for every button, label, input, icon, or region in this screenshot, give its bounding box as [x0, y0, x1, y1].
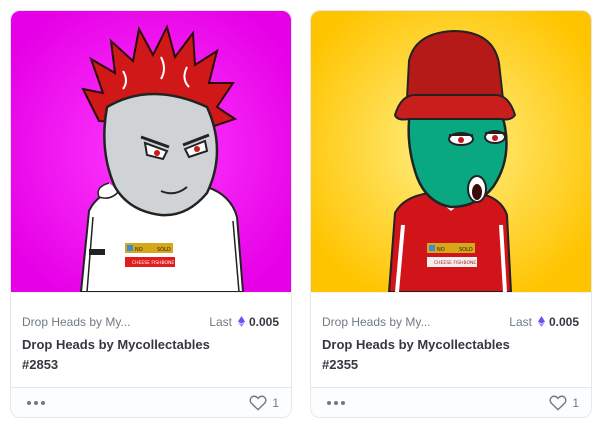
collection-name[interactable]: Drop Heads by My...: [322, 315, 452, 329]
last-sale: Last 0.005: [509, 315, 579, 329]
more-options-button[interactable]: [25, 395, 47, 411]
card-info: Drop Heads by My... Last 0.005 Drop Heads…: [311, 292, 591, 387]
favorite-count: 1: [572, 396, 579, 410]
more-options-button[interactable]: [325, 395, 347, 411]
nft-card[interactable]: NO SOLD CHEESE FISHBONE Drop Heads by My…: [310, 10, 592, 418]
nft-image[interactable]: NO SOLD CHEESE FISHBONE: [11, 11, 291, 292]
dot-icon: [41, 401, 45, 405]
dot-icon: [341, 401, 345, 405]
collection-name[interactable]: Drop Heads by My...: [22, 315, 152, 329]
ethereum-icon: [237, 316, 245, 327]
card-info: Drop Heads by My... Last 0.005 Drop Heads…: [11, 292, 291, 387]
badge-left-text: NO: [437, 247, 445, 253]
dot-icon: [34, 401, 38, 405]
last-sale: Last 0.005: [209, 315, 279, 329]
last-label: Last: [209, 315, 232, 329]
card-footer: 1: [311, 387, 591, 417]
heart-icon: [249, 395, 267, 411]
dot-icon: [27, 401, 31, 405]
last-price: 0.005: [248, 315, 279, 329]
drop-head-artwork: NO SOLD CHEESE FISHBONE: [311, 11, 591, 292]
nft-title[interactable]: Drop Heads by Mycollectables #2355: [322, 335, 522, 375]
tag-text: CHEESE FISHBONE: [132, 260, 174, 266]
last-price: 0.005: [548, 315, 579, 329]
favorite-button[interactable]: 1: [249, 394, 279, 412]
ethereum-icon: [537, 316, 545, 327]
badge-left-text: NO: [135, 247, 143, 253]
heart-icon: [549, 395, 567, 411]
badge-right-text: SOLD: [459, 247, 473, 253]
card-footer: 1: [11, 387, 291, 417]
last-label: Last: [509, 315, 532, 329]
nft-title[interactable]: Drop Heads by Mycollectables #2853: [22, 335, 222, 375]
drop-head-artwork: NO SOLD CHEESE FISHBONE: [11, 11, 291, 292]
badge-right-text: SOLD: [157, 247, 171, 253]
nft-card[interactable]: NO SOLD CHEESE FISHBONE Drop Heads by My…: [10, 10, 292, 418]
favorite-count: 1: [272, 396, 279, 410]
dot-icon: [327, 401, 331, 405]
nft-image[interactable]: NO SOLD CHEESE FISHBONE: [311, 11, 591, 292]
dot-icon: [334, 401, 338, 405]
tag-text: CHEESE FISHBONE: [434, 260, 476, 266]
favorite-button[interactable]: 1: [549, 394, 579, 412]
